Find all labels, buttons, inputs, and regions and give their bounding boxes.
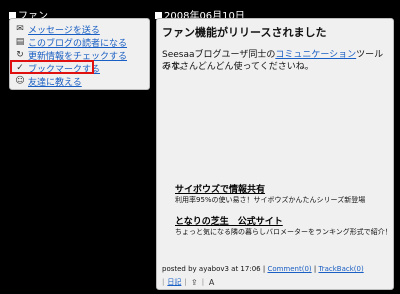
fan-item-label[interactable]: メッセージを送る [28,23,100,36]
article-body-line2: みなさんどんどん使ってくださいね。 [162,62,314,72]
trackback-link[interactable]: TrackBack(0) [318,265,363,273]
footer-icon-row: | 日記 | ⇪ | A [162,277,216,287]
book-icon: ▤ [15,37,25,47]
fan-item-tell-friends[interactable]: ☺ 友達に教える [15,75,82,88]
footer-separator: | [162,278,165,286]
posted-by: posted by ayabov3 at 17:06 [162,265,261,273]
footer-separator: | [201,278,205,286]
ad-link-cybozu[interactable]: サイボウズで情報共有 [175,182,265,195]
article-panel: ファン機能がリリースされました Seesaaブログユーザ同士のコミュニケーション… [156,18,394,290]
fan-item-label[interactable]: 友達に教える [28,75,82,88]
article-title: ファン機能がリリースされました [162,26,327,39]
post-footer: posted by ayabov3 at 17:06 | Comment(0) … [162,265,364,273]
ad-link-tonari[interactable]: となりの芝生 公式サイト [175,214,283,227]
fan-item-become-reader[interactable]: ▤ このブログの読者になる [15,36,127,49]
ad-description: ちょっと気になる隣の暮らしバロメーターをランキング形式で紹介！ [175,228,392,236]
friends-icon: ☺ [15,76,25,86]
share-icon[interactable]: ⇪ [190,278,199,287]
fan-item-send-message[interactable]: ✉ メッセージを送る [15,23,100,36]
footer-separator: | [262,265,266,273]
refresh-icon: ↻ [16,50,24,60]
body-prefix: Seesaaブログユーザ同士の [162,50,276,60]
comment-link[interactable]: Comment(0) [267,265,311,273]
communication-link[interactable]: コミュニケーション [275,50,356,60]
fan-panel: ✉ メッセージを送る ▤ このブログの読者になる ↻ 更新情報をチェックする ✓… [9,18,150,90]
fan-item-label[interactable]: このブログの読者になる [28,36,127,49]
bookmark-highlight-box [10,60,94,74]
font-size-icon[interactable]: A [207,278,216,287]
footer-separator: | [313,265,317,273]
category-link[interactable]: 日記 [167,277,181,287]
ad-description: 利用率95%の使い易さ！サイボウズかんたんシリーズ新登場 [175,196,366,204]
envelope-icon: ✉ [16,24,24,34]
footer-separator: | [184,278,187,286]
